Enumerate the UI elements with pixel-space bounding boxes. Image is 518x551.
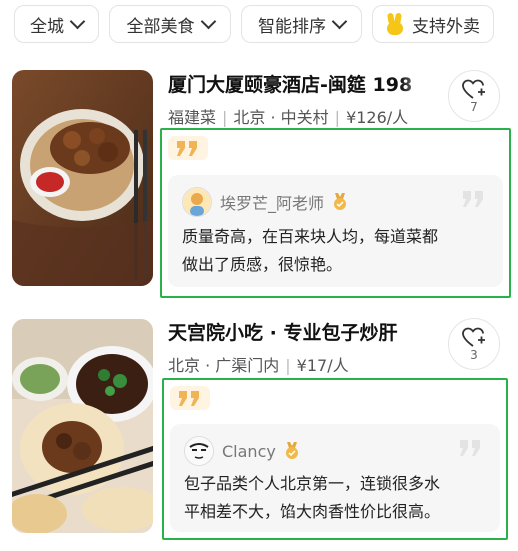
favorite-button[interactable]: 7 bbox=[448, 70, 500, 122]
bunny-icon bbox=[386, 12, 404, 35]
food-photo-illustration bbox=[12, 319, 153, 533]
review-card[interactable]: 埃罗芒_阿老师 质量奇高，在百来块人均，每道菜都 做出了质感，很惊艳。 bbox=[168, 175, 503, 287]
review-text: 质量奇高，在百来块人均，每道菜都 做出了质感，很惊艳。 bbox=[182, 223, 489, 279]
restaurant-meta: 北京 · 广渠门内 | ¥17/人 bbox=[168, 356, 349, 375]
location-label: 北京 · 广渠门内 bbox=[168, 356, 280, 375]
avatar[interactable] bbox=[182, 187, 212, 217]
avatar[interactable] bbox=[184, 436, 214, 466]
cuisine-label: 福建菜 bbox=[168, 108, 217, 127]
review-text: 包子品类个人北京第一，连锁很多水 平相差不大，馅大肉香性价比很高。 bbox=[184, 470, 486, 526]
reviewer-name[interactable]: 埃罗芒_阿老师 bbox=[220, 190, 324, 214]
review-highlight: 埃罗芒_阿老师 质量奇高，在百来块人均，每道菜都 做出了质感，很惊艳。 bbox=[160, 128, 511, 298]
favorite-count: 3 bbox=[470, 347, 478, 362]
sort-filter[interactable]: 智能排序 bbox=[241, 5, 362, 43]
category-filter-label: 全部美食 bbox=[126, 16, 195, 37]
quote-marks-icon bbox=[177, 141, 197, 156]
chevron-down-icon bbox=[200, 13, 216, 30]
review-line: 做出了质感，很惊艳。 bbox=[182, 255, 343, 274]
quote-badge bbox=[170, 386, 210, 410]
reviewer-info: 埃罗芒_阿老师 bbox=[182, 187, 348, 217]
heart-plus-icon bbox=[462, 327, 485, 347]
restaurant-meta: 福建菜 | 北京 · 中关村 | ¥126/人 bbox=[168, 108, 409, 127]
category-filter[interactable]: 全部美食 bbox=[109, 5, 231, 43]
quote-marks-icon bbox=[179, 391, 199, 406]
takeout-filter[interactable]: 支持外卖 bbox=[372, 5, 494, 43]
restaurant-photo[interactable] bbox=[12, 70, 153, 286]
medal-icon bbox=[285, 442, 298, 459]
quote-badge bbox=[168, 136, 208, 160]
chevron-down-icon bbox=[331, 13, 348, 30]
restaurant-title[interactable]: 厦门大厦颐豪酒店-闽筵 198 bbox=[168, 70, 436, 97]
favorite-count: 7 bbox=[470, 99, 478, 114]
review-line: 平相差不大，馅大肉香性价比很高。 bbox=[184, 502, 441, 521]
heart-plus-icon bbox=[462, 79, 485, 99]
restaurant-photo[interactable] bbox=[12, 319, 153, 533]
location-label: 北京 · 中关村 bbox=[233, 108, 329, 127]
reviewer-name[interactable]: Clancy bbox=[222, 442, 276, 461]
sort-filter-label: 智能排序 bbox=[258, 16, 326, 37]
takeout-filter-label: 支持外卖 bbox=[412, 16, 480, 37]
review-highlight: Clancy 包子品类个人北京第一，连锁很多水 平相差不大，馅大肉香性价比很高。 bbox=[162, 378, 508, 540]
review-line: 质量奇高，在百来块人均，每道菜都 bbox=[182, 227, 439, 246]
city-filter-label: 全城 bbox=[30, 16, 64, 37]
price-label: ¥126/人 bbox=[346, 108, 409, 127]
favorite-button[interactable]: 3 bbox=[448, 318, 500, 370]
chevron-down-icon bbox=[69, 13, 86, 30]
restaurant-card[interactable]: 厦门大厦颐豪酒店-闽筵 198 福建菜 | 北京 · 中关村 | ¥126/人 7 埃罗… bbox=[0, 68, 518, 300]
reviewer-info: Clancy bbox=[184, 436, 300, 466]
food-photo-illustration bbox=[12, 70, 153, 286]
quote-decoration-icon bbox=[463, 191, 483, 207]
medal-icon bbox=[334, 193, 347, 210]
quote-decoration-icon bbox=[460, 440, 480, 456]
review-line: 包子品类个人北京第一，连锁很多水 bbox=[184, 474, 441, 493]
review-card[interactable]: Clancy 包子品类个人北京第一，连锁很多水 平相差不大，馅大肉香性价比很高。 bbox=[170, 424, 500, 532]
filter-bar: 全城 全部美食 智能排序 支持外卖 bbox=[0, 0, 518, 54]
city-filter[interactable]: 全城 bbox=[14, 5, 99, 43]
restaurant-title[interactable]: 天宫院小吃 · 专业包子炒肝 bbox=[168, 318, 436, 345]
restaurant-card[interactable]: 天宫院小吃 · 专业包子炒肝 北京 · 广渠门内 | ¥17/人 3 Clancy bbox=[0, 316, 518, 546]
price-label: ¥17/人 bbox=[296, 356, 349, 375]
